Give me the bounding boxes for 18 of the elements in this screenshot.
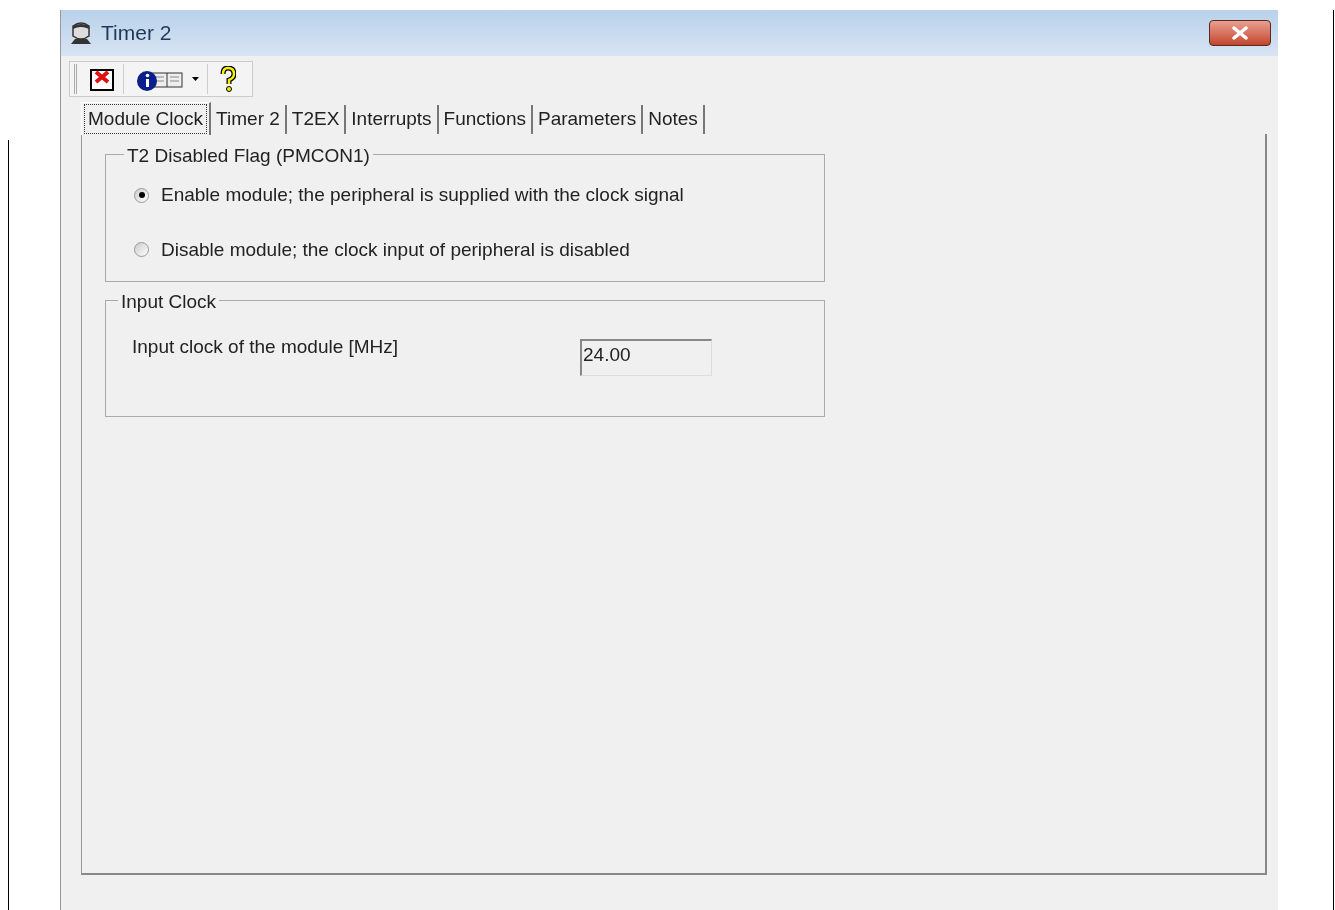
tab[interactable]: T2EX <box>286 105 347 134</box>
field-label: Input clock of the module [MHz] <box>132 335 400 360</box>
question-mark-icon <box>220 66 236 92</box>
window-title: Timer 2 <box>101 20 172 47</box>
tab[interactable]: Timer 2 <box>211 105 287 134</box>
tab[interactable]: Interrupts <box>346 105 439 134</box>
caret-icon <box>192 77 199 81</box>
radio-label: Enable module; the peripheral is supplied with the clock signal <box>161 183 684 207</box>
radio-label: Disable module; the clock input of peripheral is disabled <box>161 237 630 262</box>
close-icon <box>1231 26 1249 40</box>
radio-button[interactable] <box>134 242 149 258</box>
tab[interactable]: Parameters <box>533 105 644 134</box>
tab[interactable]: Module Clock <box>81 102 212 135</box>
tab[interactable]: Functions <box>438 105 533 134</box>
input-field[interactable]: 24.00 <box>580 339 712 376</box>
tab[interactable]: Notes <box>643 105 705 134</box>
close-button[interactable] <box>1209 20 1271 46</box>
radio-button[interactable] <box>134 187 149 203</box>
